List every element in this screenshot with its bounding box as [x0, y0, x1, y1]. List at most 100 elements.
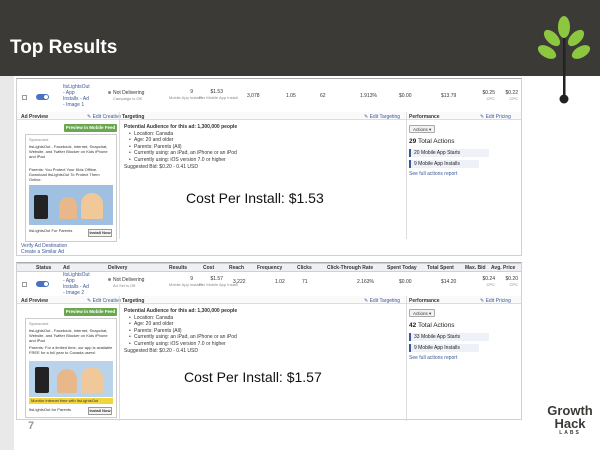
targeting-list: Location: Canada Age: 20 and older Paren…	[129, 315, 237, 347]
targeting-label: Targeting	[122, 298, 145, 304]
status-toggle[interactable]	[36, 281, 49, 287]
ad-title: ItsLightsOut - Facebook, Internet, Snapc…	[29, 328, 108, 343]
ad-image	[29, 361, 113, 397]
col-spent-today[interactable]: Spent Today	[387, 265, 417, 271]
reach-cell: 3,222	[233, 279, 246, 285]
stat-app-starts: 20 Mobile App Starts	[409, 149, 489, 157]
ad-preview-label: Ad Preview	[21, 114, 48, 120]
delivery-status: Not Delivering Campaign is Off	[108, 90, 144, 102]
col-frequency[interactable]: Frequency	[257, 265, 282, 271]
targeting-item: Currently using: iOS version 7.0 or high…	[129, 341, 237, 348]
edit-creative-link[interactable]: ✎ Edit Creative	[87, 298, 121, 304]
suggested-bid: Suggested Bid: $0.20 - 0.41 USD	[124, 348, 198, 354]
see-full-report-link[interactable]: See full actions report	[409, 171, 457, 177]
frequency-cell: 1.05	[286, 93, 296, 99]
left-gutter	[0, 76, 14, 450]
frequency-cell: 1.02	[275, 279, 285, 285]
ad-title: ItsLightsOut - Facebook, Internet, Snapc…	[29, 144, 108, 159]
total-actions: 42 Total Actions	[409, 322, 455, 329]
performance-label: Performance	[409, 114, 440, 120]
ad-name-link[interactable]: ItsLightsOut - App Installs - Ad - Image…	[63, 84, 90, 108]
suggested-bid: Suggested Bid: $0.20 - 0.41 USD	[124, 164, 198, 170]
ctr-cell: 2.163%	[357, 279, 374, 285]
cost-caption-2: Cost Per Install: $1.57	[184, 369, 322, 385]
stat-app-starts: 33 Mobile App Starts	[409, 333, 489, 341]
ad-panel-1: ItsLightsOut - App Installs - Ad - Image…	[16, 78, 522, 256]
leaf-logo-icon	[537, 16, 591, 104]
slide-title: Top Results	[10, 37, 118, 58]
row-checkbox[interactable]	[22, 95, 27, 100]
preview-mobile-feed-button[interactable]: Preview in Mobile Feed	[64, 124, 117, 132]
col-ctr[interactable]: Click-Through Rate	[327, 265, 373, 271]
preview-mobile-feed-button[interactable]: Preview in Mobile Feed	[64, 308, 117, 316]
ad-preview-card: Sponsored ItsLightsOut - Facebook, Inter…	[25, 318, 117, 418]
col-results[interactable]: Results	[169, 265, 187, 271]
col-delivery[interactable]: Delivery	[108, 265, 127, 271]
col-status[interactable]: Status	[36, 265, 51, 271]
edit-pricing-link[interactable]: ✎ Edit Pricing	[480, 298, 511, 304]
ad-footer-name: ItsLightsOut For Parents	[29, 228, 73, 233]
create-similar-ad-link[interactable]: Create a Similar Ad	[21, 249, 64, 255]
edit-creative-link[interactable]: ✎ Edit Creative	[87, 114, 121, 120]
ad-name-link[interactable]: ItsLightsOut - App Installs - Ad - Image…	[63, 272, 90, 296]
install-now-button[interactable]: Install Now	[88, 229, 112, 237]
col-max-bid[interactable]: Max. Bid	[465, 265, 486, 271]
ctr-cell: 1.913%	[360, 93, 377, 99]
spent-today-cell: $0.00	[399, 93, 412, 99]
actions-dropdown[interactable]: Actions ▾	[409, 309, 436, 317]
col-cost[interactable]: Cost	[203, 265, 214, 271]
delivery-status: Not Delivering Ad Set is Off	[108, 277, 144, 289]
clicks-cell: 71	[302, 279, 308, 285]
edit-pricing-link[interactable]: ✎ Edit Pricing	[480, 114, 511, 120]
ad-banner: Monitor internet time with ItsLightsOut	[29, 398, 113, 404]
potential-audience: Potential Audience for this ad: 1,300,00…	[124, 308, 238, 314]
divider	[406, 112, 407, 239]
targeting-label: Targeting	[122, 114, 145, 120]
ad-sponsored-label: Sponsored	[29, 137, 49, 142]
ad-body: Parents: For a limited time, our app is …	[29, 345, 113, 355]
col-clicks[interactable]: Clicks	[297, 265, 312, 271]
divider	[119, 296, 120, 421]
row-checkbox[interactable]	[22, 282, 27, 287]
col-avg-price[interactable]: Avg. Price	[491, 265, 515, 271]
divider	[406, 296, 407, 421]
targeting-list: Location: Canada Age: 20 and older Paren…	[129, 131, 237, 163]
targeting-item: Currently using: iOS version 7.0 or high…	[129, 157, 237, 164]
ad-preview-card: Sponsored ItsLightsOut - Facebook, Inter…	[25, 134, 117, 242]
total-spent-cell: $13.79	[441, 93, 457, 99]
cost-cell: $1.57 Per Mobile App Install	[199, 276, 238, 287]
cost-caption-1: Cost Per Install: $1.53	[186, 190, 324, 206]
col-reach[interactable]: Reach	[229, 265, 244, 271]
results-cell: 9 Mobile App Installs	[169, 276, 203, 287]
col-total-spent[interactable]: Total Spent	[427, 265, 454, 271]
ad-footer-name: ItsLightsOut for Parents	[29, 407, 72, 412]
stat-app-installs: 9 Mobile App Installs	[409, 160, 479, 168]
edit-targeting-link[interactable]: ✎ Edit Targeting	[364, 114, 400, 120]
actions-dropdown[interactable]: Actions ▾	[409, 125, 436, 133]
cost-cell: $1.53 Per Mobile App Install	[199, 89, 238, 100]
status-toggle[interactable]	[36, 94, 49, 100]
ad-preview-label: Ad Preview	[21, 298, 48, 304]
spent-today-cell: $0.00	[399, 279, 412, 285]
ad-panel-2: Status Ad Delivery Results Cost Reach Fr…	[16, 262, 522, 421]
divider	[119, 112, 120, 239]
total-actions: 29 Total Actions	[409, 138, 455, 145]
col-ad[interactable]: Ad	[63, 265, 70, 271]
slide-number: 7	[28, 420, 35, 432]
reach-cell: 3,078	[247, 93, 260, 99]
clicks-cell: 62	[320, 93, 326, 99]
performance-label: Performance	[409, 298, 440, 304]
potential-audience: Potential Audience for this ad: 1,300,00…	[124, 124, 238, 130]
avg-price-cell: $0.20 CPC	[505, 276, 518, 287]
ad-body: Parents: You Protect Your Kids Offline. …	[29, 167, 100, 182]
edit-targeting-link[interactable]: ✎ Edit Targeting	[364, 298, 400, 304]
total-spent-cell: $14.20	[441, 279, 457, 285]
ad-image	[29, 185, 113, 225]
install-now-button[interactable]: Install Now	[88, 407, 112, 415]
max-bid-cell: $0.25 CPC	[482, 90, 495, 101]
max-bid-cell: $0.24 CPC	[482, 276, 495, 287]
results-cell: 9 Mobile App Installs	[169, 89, 203, 100]
table-header: Status Ad Delivery Results Cost Reach Fr…	[17, 263, 521, 272]
avg-price-cell: $0.22 CPC	[505, 90, 518, 101]
see-full-report-link[interactable]: See full actions report	[409, 355, 457, 361]
